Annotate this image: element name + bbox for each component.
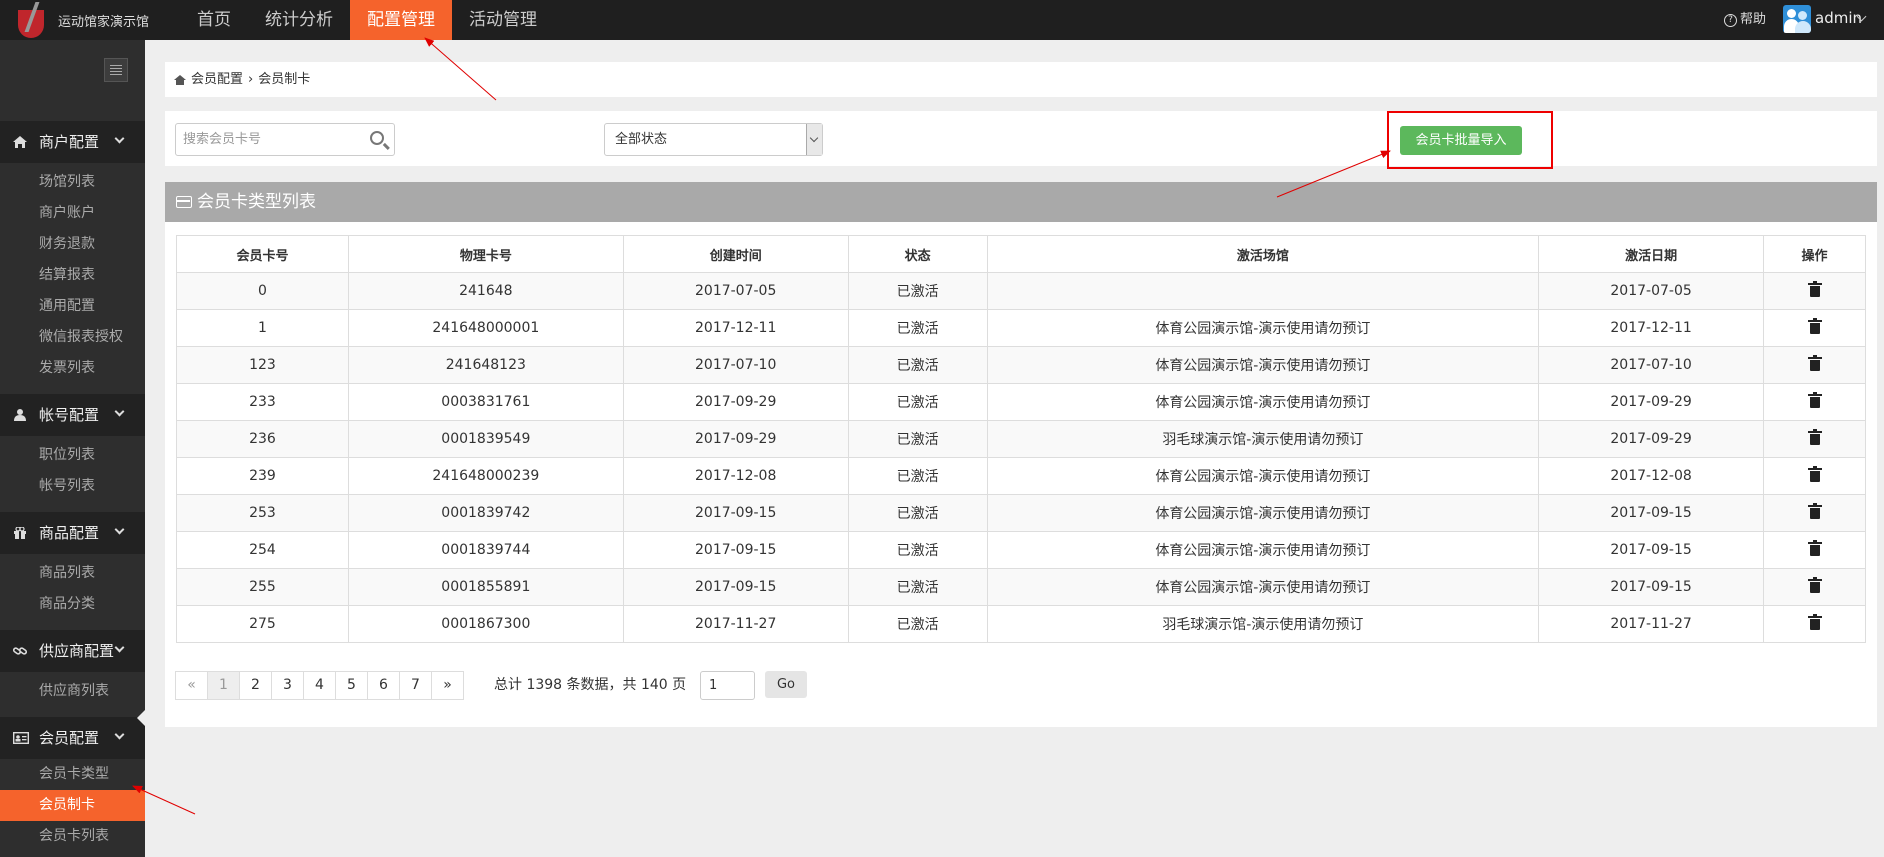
annotation-arrow-nav xyxy=(424,37,497,101)
annotation-arrows xyxy=(132,37,1391,815)
annotation-arrow-import xyxy=(1276,150,1391,198)
annotation-arrow-sidebar xyxy=(132,785,196,815)
